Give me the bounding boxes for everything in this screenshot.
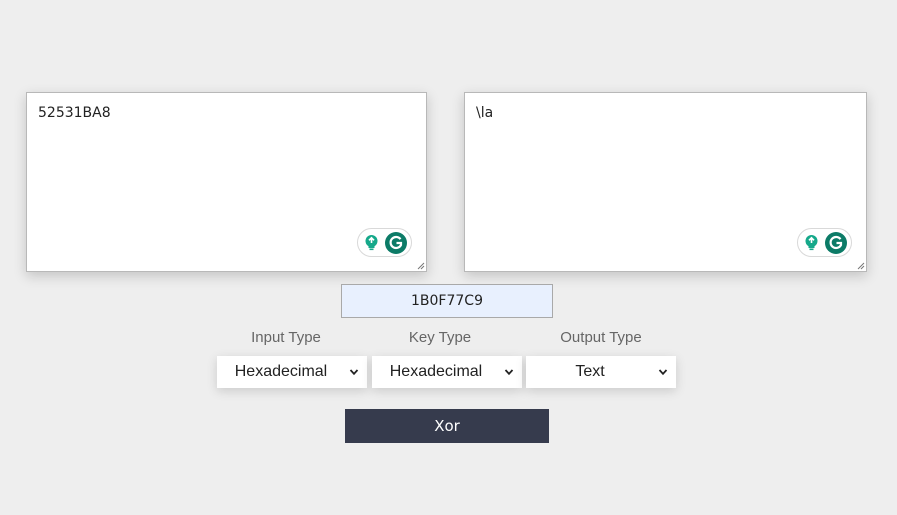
output-textarea[interactable]: \la [464, 92, 867, 272]
grammarly-icon[interactable] [825, 232, 847, 254]
output-type-select[interactable]: Text [526, 356, 676, 388]
grammarly-widget[interactable] [357, 228, 412, 257]
input-type-value: Hexadecimal [234, 363, 328, 380]
key-input[interactable]: 1B0F77C9 [341, 284, 553, 318]
key-type-value: Hexadecimal [389, 363, 483, 380]
output-text: \la [476, 105, 494, 121]
lightbulb-icon[interactable] [363, 234, 380, 251]
key-type-select[interactable]: Hexadecimal [372, 356, 522, 388]
key-type-label: Key Type [408, 329, 472, 346]
resize-handle-icon[interactable] [856, 261, 865, 270]
chevron-down-icon [504, 369, 514, 376]
resize-handle-icon[interactable] [416, 261, 425, 270]
grammarly-icon[interactable] [385, 232, 407, 254]
input-type-label: Input Type [251, 329, 321, 346]
input-textarea[interactable]: 52531BA8 [26, 92, 427, 272]
xor-button[interactable]: Xor [345, 409, 549, 443]
input-text: 52531BA8 [38, 105, 111, 121]
xor-tool-page: 52531BA8 \la 1B0F77C9 Input Type Key Typ… [0, 0, 897, 515]
chevron-down-icon [349, 369, 359, 376]
output-type-value: Text [575, 363, 605, 380]
output-type-label: Output Type [560, 329, 642, 346]
chevron-down-icon [658, 369, 668, 376]
lightbulb-icon[interactable] [803, 234, 820, 251]
grammarly-widget[interactable] [797, 228, 852, 257]
input-type-select[interactable]: Hexadecimal [217, 356, 367, 388]
